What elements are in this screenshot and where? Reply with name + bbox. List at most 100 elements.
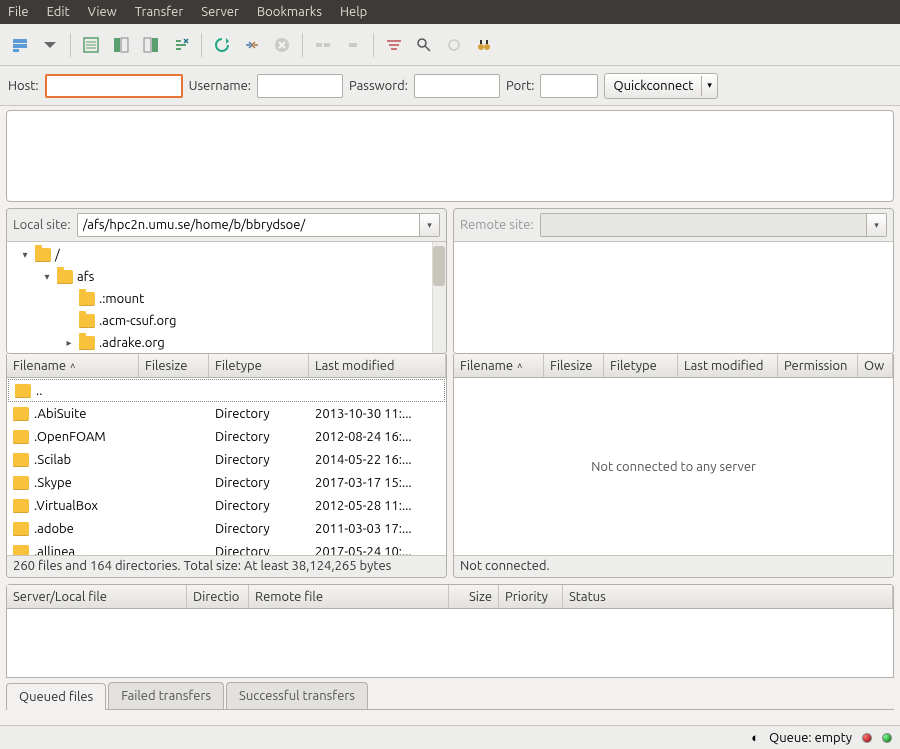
col-filesize[interactable]: Filesize [544, 354, 604, 377]
folder-icon [57, 270, 73, 284]
queue-status: Queue: empty [769, 731, 852, 745]
menu-file[interactable]: File [8, 5, 29, 19]
menu-bookmarks[interactable]: Bookmarks [257, 5, 322, 19]
remote-path-combo: ▾ [540, 213, 887, 237]
chevron-down-icon[interactable]: ▾ [702, 77, 717, 94]
tree-item[interactable]: ▾ afs [11, 266, 442, 288]
folder-icon [79, 336, 95, 350]
filter-icon[interactable] [380, 31, 408, 59]
local-path-input[interactable] [78, 214, 419, 236]
menu-edit[interactable]: Edit [47, 5, 70, 19]
quickconnect-bar: Host: Username: Password: Port: Quickcon… [0, 66, 900, 106]
tree-label: afs [77, 270, 94, 284]
reconnect-icon[interactable] [339, 31, 367, 59]
qcol-server[interactable]: Server/Local file [7, 585, 187, 608]
col-permissions[interactable]: Permission [778, 354, 858, 377]
folder-icon [13, 545, 29, 555]
file-row[interactable]: .AbiSuiteDirectory2013-10-30 11:... [7, 403, 446, 426]
password-label: Password: [349, 79, 408, 93]
folder-icon [79, 314, 95, 328]
local-pane: Local site: ▾ ▾/▾afs.:mount.acm-csuf.org… [6, 208, 447, 354]
file-row[interactable]: .ScilabDirectory2014-05-22 16:... [7, 449, 446, 472]
sort-asc-icon: ˄ [70, 361, 75, 371]
qcol-priority[interactable]: Priority [499, 585, 563, 608]
folder-icon [13, 522, 29, 536]
col-filename[interactable]: Filename˄ [454, 354, 544, 377]
remote-tree [454, 242, 893, 353]
toggle-remote-tree-icon[interactable] [137, 31, 165, 59]
scrollbar-thumb[interactable] [433, 246, 445, 286]
site-manager-icon[interactable] [6, 31, 34, 59]
col-lastmod[interactable]: Last modified [678, 354, 778, 377]
process-queue-icon[interactable] [238, 31, 266, 59]
port-input[interactable] [540, 74, 598, 98]
local-file-list[interactable]: Filename˄ Filesize Filetype Last modifie… [6, 354, 447, 578]
file-row[interactable]: .allineaDirectory2017-05-24 10:... [7, 541, 446, 555]
menubar: File Edit View Transfer Server Bookmarks… [0, 0, 900, 24]
username-label: Username: [189, 79, 251, 93]
menu-view[interactable]: View [88, 5, 117, 19]
file-row[interactable]: .SkypeDirectory2017-03-17 15:... [7, 472, 446, 495]
tree-item[interactable]: ▸ .adrake.org [11, 332, 442, 353]
tree-twisty[interactable]: ▾ [41, 271, 53, 283]
file-row[interactable]: .VirtualBoxDirectory2012-05-28 11:... [7, 495, 446, 518]
tree-item[interactable]: .:mount [11, 288, 442, 310]
file-row[interactable]: .. [8, 379, 445, 402]
tree-twisty[interactable]: ▾ [19, 249, 31, 261]
qcol-direction[interactable]: Directio [187, 585, 249, 608]
folder-icon [13, 407, 29, 421]
menu-server[interactable]: Server [201, 5, 239, 19]
folder-icon [79, 292, 95, 306]
cancel-icon[interactable] [268, 31, 296, 59]
col-lastmod[interactable]: Last modified [309, 354, 446, 377]
transfer-queue[interactable]: Server/Local file Directio Remote file S… [6, 584, 894, 678]
remote-pane: Remote site: ▾ [453, 208, 894, 354]
disconnect-icon[interactable] [309, 31, 337, 59]
toggle-log-icon[interactable] [77, 31, 105, 59]
sync-browse-icon[interactable] [440, 31, 468, 59]
quickconnect-button[interactable]: Quickconnect▾ [604, 73, 717, 99]
col-filename[interactable]: Filename˄ [7, 354, 139, 377]
host-input[interactable] [45, 74, 183, 98]
toggle-queue-icon[interactable] [167, 31, 195, 59]
search-icon[interactable] [470, 31, 498, 59]
tree-item[interactable]: ▾/ [11, 244, 442, 266]
folder-icon [15, 384, 31, 398]
col-filetype[interactable]: Filetype [604, 354, 678, 377]
refresh-icon[interactable] [208, 31, 236, 59]
qcol-status[interactable]: Status [563, 585, 893, 608]
dropdown-icon[interactable] [36, 31, 64, 59]
menu-transfer[interactable]: Transfer [135, 5, 184, 19]
file-row[interactable]: .adobeDirectory2011-03-03 17:... [7, 518, 446, 541]
qcol-size[interactable]: Size [449, 585, 499, 608]
col-filetype[interactable]: Filetype [209, 354, 309, 377]
tree-twisty[interactable]: ▸ [63, 337, 75, 349]
tree-label: .adrake.org [99, 336, 165, 350]
local-path-combo[interactable]: ▾ [77, 213, 440, 237]
password-input[interactable] [414, 74, 500, 98]
tree-label: .acm-csuf.org [99, 314, 177, 328]
remote-file-list: Filename˄ Filesize Filetype Last modifie… [453, 354, 894, 578]
tab-success[interactable]: Successful transfers [226, 682, 368, 709]
chevron-down-icon[interactable]: ▾ [419, 214, 439, 236]
toggle-tree-icon[interactable] [107, 31, 135, 59]
tab-failed[interactable]: Failed transfers [108, 682, 224, 709]
col-owner[interactable]: Ow [858, 354, 893, 377]
col-filesize[interactable]: Filesize [139, 354, 209, 377]
queue-indicator-icon: ◐ [751, 730, 759, 745]
folder-icon [13, 476, 29, 490]
menu-help[interactable]: Help [340, 5, 367, 19]
remote-empty-message: Not connected to any server [454, 378, 893, 555]
compare-icon[interactable] [410, 31, 438, 59]
local-tree[interactable]: ▾/▾afs.:mount.acm-csuf.org▸.adrake.org [7, 242, 446, 353]
file-row[interactable]: .OpenFOAMDirectory2012-08-24 16:... [7, 426, 446, 449]
message-log[interactable] [6, 110, 894, 202]
tree-item[interactable]: .acm-csuf.org [11, 310, 442, 332]
tree-label: / [55, 248, 60, 262]
username-input[interactable] [257, 74, 343, 98]
port-label: Port: [506, 79, 534, 93]
qcol-remote[interactable]: Remote file [249, 585, 449, 608]
tab-queued[interactable]: Queued files [6, 683, 106, 710]
remote-status: Not connected. [454, 555, 893, 577]
queue-tabs: Queued files Failed transfers Successful… [6, 678, 894, 710]
